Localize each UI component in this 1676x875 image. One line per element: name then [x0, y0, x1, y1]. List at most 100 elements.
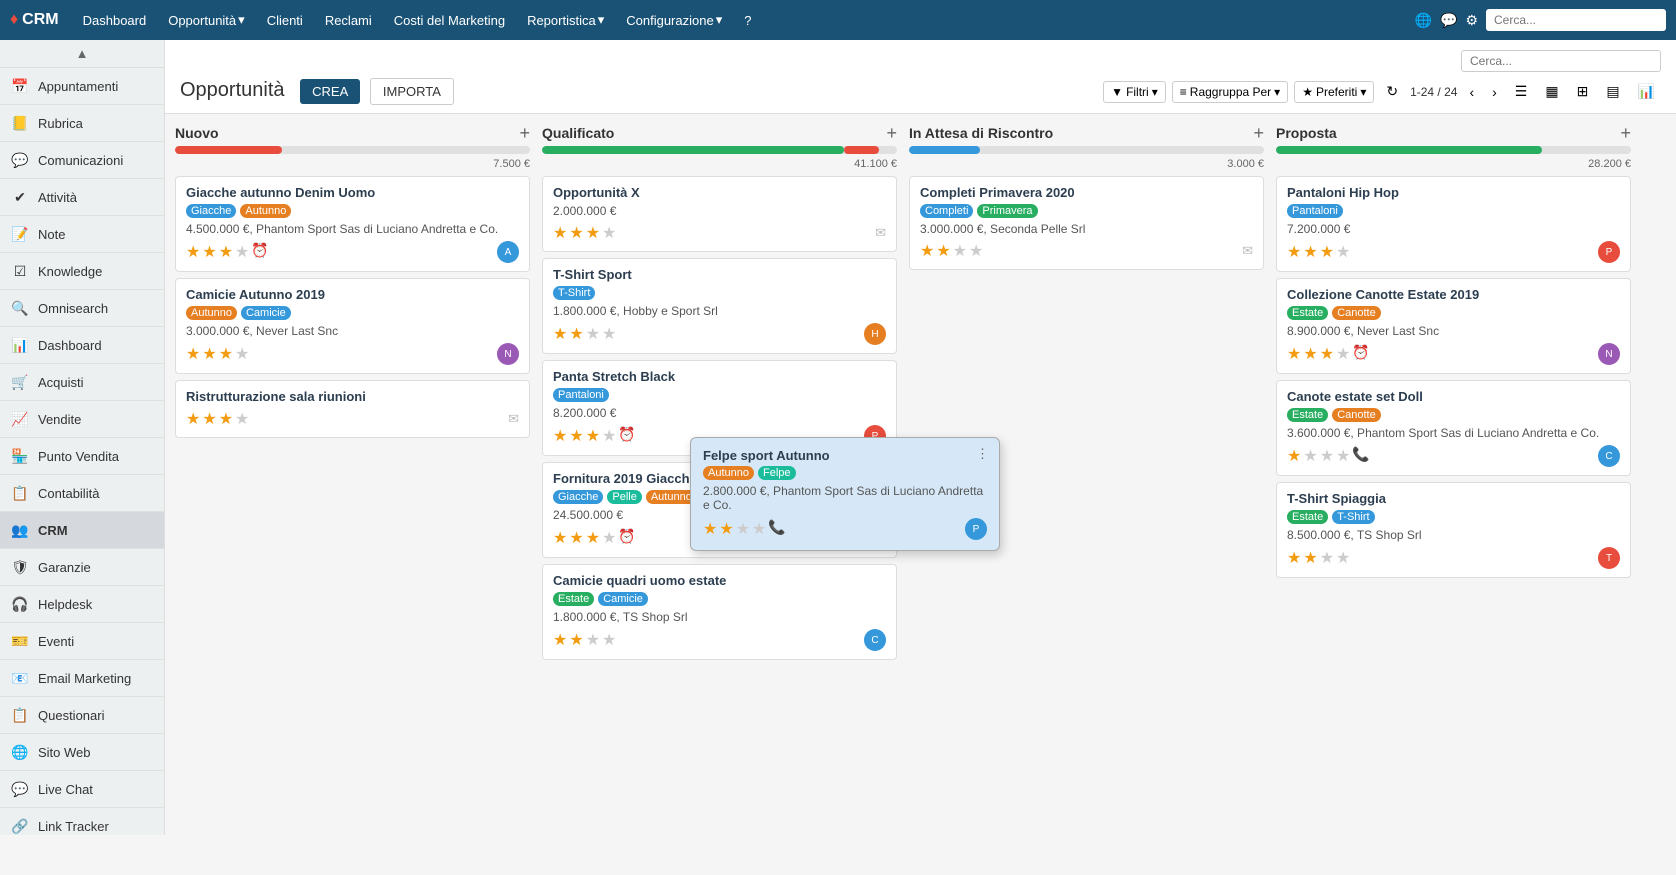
- star-icon[interactable]: ★: [553, 630, 567, 650]
- nav-clienti[interactable]: Clienti: [259, 13, 311, 28]
- kanban-view-icon[interactable]: ▦: [1539, 79, 1564, 104]
- star-icon[interactable]: ★: [602, 223, 616, 243]
- tooltip-star-icon[interactable]: ★: [719, 519, 733, 539]
- star-icon[interactable]: ★: [1336, 344, 1350, 364]
- star-icon[interactable]: ★: [186, 242, 200, 262]
- kanban-card[interactable]: Camicie Autunno 2019 AutunnoCamicie 3.00…: [175, 278, 530, 374]
- star-icon[interactable]: ★: [1303, 548, 1317, 568]
- kanban-card[interactable]: Canote estate set Doll EstateCanotte 3.6…: [1276, 380, 1631, 476]
- star-icon[interactable]: ★: [553, 324, 567, 344]
- star-icon[interactable]: ★: [586, 426, 600, 446]
- star-icon[interactable]: ★: [553, 528, 567, 548]
- star-icon[interactable]: ★: [1287, 548, 1301, 568]
- sidebar-item-appuntamenti[interactable]: 📅 Appuntamenti: [0, 68, 164, 105]
- kanban-card[interactable]: T-Shirt Spiaggia EstateT-Shirt 8.500.000…: [1276, 482, 1631, 578]
- star-icon[interactable]: ★: [202, 409, 216, 429]
- col-add-3[interactable]: +: [1620, 124, 1631, 142]
- star-icon[interactable]: ★: [1287, 446, 1301, 466]
- nav-reportistica[interactable]: Reportistica▾: [519, 12, 612, 28]
- globe-icon[interactable]: 🌐: [1415, 12, 1432, 29]
- next-page-icon[interactable]: ›: [1486, 80, 1503, 104]
- sidebar-item-comunicazioni[interactable]: 💬 Comunicazioni: [0, 142, 164, 179]
- nav-costi[interactable]: Costi del Marketing: [386, 13, 513, 28]
- star-icon[interactable]: ★: [235, 344, 249, 364]
- star-icon[interactable]: ★: [1287, 242, 1301, 262]
- sidebar-item-eventi[interactable]: 🎫 Eventi: [0, 623, 164, 660]
- sidebar-item-vendite[interactable]: 📈 Vendite: [0, 401, 164, 438]
- list-view-icon[interactable]: ☰: [1509, 79, 1534, 104]
- grid-view-icon[interactable]: ⊞: [1571, 79, 1595, 104]
- star-icon[interactable]: ★: [602, 528, 616, 548]
- star-icon[interactable]: ★: [569, 324, 583, 344]
- raggruppa-button[interactable]: ≡ Raggruppa Per▾: [1172, 81, 1288, 103]
- star-icon[interactable]: ★: [1320, 548, 1334, 568]
- star-icon[interactable]: ★: [920, 241, 934, 261]
- sidebar-item-live-chat[interactable]: 💬 Live Chat: [0, 771, 164, 808]
- nav-reclami[interactable]: Reclami: [317, 13, 380, 28]
- nav-configurazione[interactable]: Configurazione▾: [618, 12, 730, 28]
- col-add-1[interactable]: +: [886, 124, 897, 142]
- tooltip-star-icon[interactable]: ★: [752, 519, 766, 539]
- sidebar-item-note[interactable]: 📝 Note: [0, 216, 164, 253]
- nav-help[interactable]: ?: [736, 13, 759, 28]
- star-icon[interactable]: ★: [1320, 446, 1334, 466]
- crea-button[interactable]: CREA: [300, 79, 360, 104]
- table-view-icon[interactable]: ▤: [1600, 79, 1625, 104]
- star-icon[interactable]: ★: [602, 426, 616, 446]
- kanban-card[interactable]: Completi Primavera 2020 CompletiPrimaver…: [909, 176, 1264, 270]
- tooltip-star-icon[interactable]: ★: [703, 519, 717, 539]
- kanban-card[interactable]: Collezione Canotte Estate 2019 EstateCan…: [1276, 278, 1631, 374]
- tooltip-star-icon[interactable]: ★: [736, 519, 750, 539]
- nav-search-input[interactable]: [1486, 9, 1666, 31]
- star-icon[interactable]: ★: [235, 409, 249, 429]
- star-icon[interactable]: ★: [553, 223, 567, 243]
- sidebar-item-punto-vendita[interactable]: 🏪 Punto Vendita: [0, 438, 164, 475]
- star-icon[interactable]: ★: [569, 426, 583, 446]
- sidebar-item-questionari[interactable]: 📋 Questionari: [0, 697, 164, 734]
- sidebar-item-knowledge[interactable]: ☑ Knowledge: [0, 253, 164, 290]
- kanban-card[interactable]: Giacche autunno Denim Uomo GiaccheAutunn…: [175, 176, 530, 272]
- star-icon[interactable]: ★: [219, 344, 233, 364]
- star-icon[interactable]: ★: [602, 324, 616, 344]
- star-icon[interactable]: ★: [953, 241, 967, 261]
- star-icon[interactable]: ★: [936, 241, 950, 261]
- star-icon[interactable]: ★: [586, 324, 600, 344]
- sidebar-item-contabilita[interactable]: 📋 Contabilità: [0, 475, 164, 512]
- star-icon[interactable]: ★: [186, 409, 200, 429]
- filtri-button[interactable]: ▼ Filtri▾: [1103, 81, 1166, 103]
- sidebar-item-dashboard[interactable]: 📊 Dashboard: [0, 327, 164, 364]
- kanban-card[interactable]: Ristrutturazione sala riunioni ★★★★ ✉: [175, 380, 530, 438]
- main-search-input[interactable]: [1461, 50, 1661, 72]
- star-icon[interactable]: ★: [1320, 242, 1334, 262]
- star-icon[interactable]: ★: [186, 344, 200, 364]
- star-icon[interactable]: ★: [1303, 242, 1317, 262]
- star-icon[interactable]: ★: [235, 242, 249, 262]
- star-icon[interactable]: ★: [569, 223, 583, 243]
- star-icon[interactable]: ★: [586, 528, 600, 548]
- star-icon[interactable]: ★: [553, 426, 567, 446]
- sidebar-item-acquisti[interactable]: 🛒 Acquisti: [0, 364, 164, 401]
- star-icon[interactable]: ★: [586, 223, 600, 243]
- nav-dashboard[interactable]: Dashboard: [75, 13, 155, 28]
- sidebar-item-email-marketing[interactable]: 📧 Email Marketing: [0, 660, 164, 697]
- kanban-card[interactable]: T-Shirt Sport T-Shirt 1.800.000 €, Hobby…: [542, 258, 897, 354]
- star-icon[interactable]: ★: [969, 241, 983, 261]
- brand-logo[interactable]: ♦ CRM: [10, 11, 59, 29]
- preferiti-button[interactable]: ★ Preferiti▾: [1294, 81, 1374, 103]
- star-icon[interactable]: ★: [569, 630, 583, 650]
- sidebar-item-attivita[interactable]: ✔ Attività: [0, 179, 164, 216]
- star-icon[interactable]: ★: [569, 528, 583, 548]
- star-icon[interactable]: ★: [219, 242, 233, 262]
- sidebar-item-rubrica[interactable]: 📒 Rubrica: [0, 105, 164, 142]
- star-icon[interactable]: ★: [1336, 242, 1350, 262]
- star-icon[interactable]: ★: [586, 630, 600, 650]
- kanban-card[interactable]: Opportunità X 2.000.000 € ★★★★ ✉: [542, 176, 897, 252]
- sidebar-item-crm[interactable]: 👥 CRM: [0, 512, 164, 549]
- kanban-card[interactable]: Camicie quadri uomo estate EstateCamicie…: [542, 564, 897, 660]
- sidebar-item-sito-web[interactable]: 🌐 Sito Web: [0, 734, 164, 771]
- sidebar-collapse-btn[interactable]: ▲: [0, 40, 164, 68]
- chart-view-icon[interactable]: 📊: [1632, 79, 1661, 104]
- star-icon[interactable]: ★: [602, 630, 616, 650]
- refresh-icon[interactable]: ↻: [1380, 79, 1404, 104]
- col-add-0[interactable]: +: [519, 124, 530, 142]
